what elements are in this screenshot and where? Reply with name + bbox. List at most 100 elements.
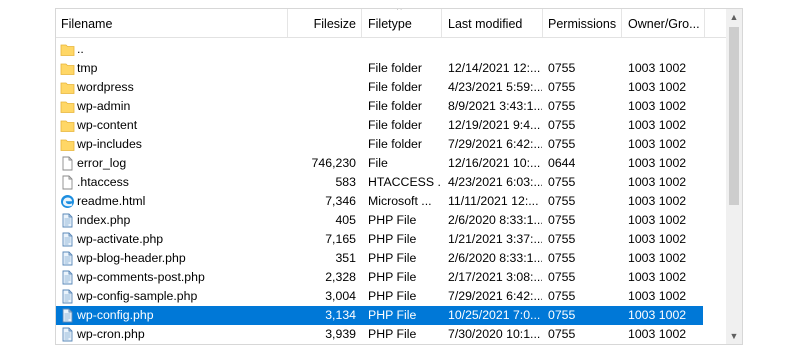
file-permissions: 0755	[548, 308, 576, 322]
scroll-down-icon[interactable]: ▼	[726, 328, 742, 344]
file-size: 746,230	[311, 156, 356, 170]
file-row[interactable]: .htaccess 583 HTACCESS ... 4/23/2021 6:03:.…	[56, 173, 703, 192]
scrollbar-thumb[interactable]	[729, 27, 739, 205]
php-file-icon	[60, 232, 75, 247]
column-divider[interactable]	[441, 9, 442, 37]
scroll-up-icon[interactable]: ▲	[726, 9, 742, 25]
file-owner-group: 1003 1002	[628, 213, 687, 227]
file-owner-group: 1003 1002	[628, 156, 687, 170]
folder-icon	[60, 80, 75, 95]
file-type: HTACCESS ...	[368, 175, 442, 189]
file-name: wp-comments-post.php	[77, 270, 205, 284]
file-size: 3,939	[325, 327, 356, 341]
file-type: File folder	[368, 61, 422, 75]
column-divider[interactable]	[704, 9, 705, 37]
file-type: File	[368, 156, 388, 170]
file-row[interactable]: wp-config-sample.php 3,004 PHP File 7/29/20…	[56, 287, 703, 306]
file-last-modified: 1/21/2021 3:37:...	[448, 232, 542, 246]
edge-icon	[60, 194, 75, 209]
file-last-modified: 7/30/2020 10:1...	[448, 327, 541, 341]
php-file-icon	[60, 251, 75, 266]
file-last-modified: 12/19/2021 9:4...	[448, 118, 541, 132]
file-permissions: 0755	[548, 137, 576, 151]
file-last-modified: 12/16/2021 10:...	[448, 156, 541, 170]
file-row[interactable]: wp-admin File folder 8/9/2021 3:43:1... 075…	[56, 97, 703, 116]
file-name: wp-activate.php	[77, 232, 164, 246]
file-row[interactable]: wp-includes File folder 7/29/2021 6:42:...…	[56, 135, 703, 154]
file-type: PHP File	[368, 213, 417, 227]
file-permissions	[548, 40, 618, 59]
file-owner-group: 1003 1002	[628, 327, 687, 341]
file-permissions: 0755	[548, 61, 576, 75]
file-name: wp-config.php	[77, 308, 154, 322]
file-row[interactable]: wp-blog-header.php 351 PHP File 2/6/2020 8:…	[56, 249, 703, 268]
file-last-modified: 10/25/2021 7:0...	[448, 308, 541, 322]
file-row[interactable]: tmp File folder 12/14/2021 12:... 0755 1003 …	[56, 59, 703, 78]
file-name: .htaccess	[77, 175, 129, 189]
file-type: PHP File	[368, 270, 417, 284]
file-row-selected[interactable]: wp-config.php 3,134 PHP File 10/25/2021 7:0…	[56, 306, 703, 325]
file-row[interactable]: index.php 405 PHP File 2/6/2020 8:33:1... 07…	[56, 211, 703, 230]
file-type: File folder	[368, 99, 422, 113]
file-permissions: 0644	[548, 156, 576, 170]
column-owner-group[interactable]: Owner/Gro...	[628, 9, 704, 37]
file-row[interactable]: wp-activate.php 7,165 PHP File 1/21/2021 3:…	[56, 230, 703, 249]
file-type: PHP File	[368, 232, 417, 246]
column-filename[interactable]: Filename	[61, 9, 281, 37]
file-name: tmp	[77, 61, 98, 75]
file-last-modified: 7/29/2021 6:42:...	[448, 289, 542, 303]
file-permissions: 0755	[548, 232, 576, 246]
file-permissions: 0755	[548, 175, 576, 189]
file-type: File folder	[368, 137, 422, 151]
file-row[interactable]: wp-cron.php 3,939 PHP File 7/30/2020 10:1..…	[56, 325, 703, 344]
file-owner-group: 1003 1002	[628, 251, 687, 265]
folder-icon	[60, 137, 75, 152]
folder-icon	[60, 99, 75, 114]
file-permissions: 0755	[548, 99, 576, 113]
file-last-modified: 4/23/2021 5:59:...	[448, 80, 542, 94]
file-owner-group: 1003 1002	[628, 80, 687, 94]
file-size	[284, 59, 356, 78]
vertical-scrollbar[interactable]: ▲ ▼	[726, 9, 742, 344]
file-size: 2,328	[325, 270, 356, 284]
column-filesize[interactable]: Filesize	[288, 9, 356, 37]
file-row[interactable]: error_log 746,230 File 12/16/2021 10:... 064…	[56, 154, 703, 173]
column-filetype[interactable]: Filetype	[368, 9, 440, 37]
file-rows: .. tmp File folder 12/14/2021 12:... 0755 100…	[56, 37, 726, 344]
php-file-icon	[60, 213, 75, 228]
file-row[interactable]: ..	[56, 40, 703, 59]
file-row[interactable]: readme.html 7,346 Microsoft ... 11/11/2021 …	[56, 192, 703, 211]
file-type: Microsoft ...	[368, 194, 432, 208]
file-owner-group: 1003 1002	[628, 289, 687, 303]
file-size	[284, 135, 356, 154]
file-permissions: 0755	[548, 80, 576, 94]
file-size	[284, 40, 356, 59]
file-name: wp-content	[77, 118, 138, 132]
file-size: 405	[335, 213, 356, 227]
file-icon	[60, 156, 75, 171]
file-owner-group: 1003 1002	[628, 308, 687, 322]
file-type: PHP File	[368, 308, 417, 322]
column-last-modified[interactable]: Last modified	[448, 9, 542, 37]
column-divider[interactable]	[621, 9, 622, 37]
file-last-modified: 2/17/2021 3:08:...	[448, 270, 542, 284]
file-owner-group	[628, 40, 703, 59]
column-permissions[interactable]: Permissions	[548, 9, 620, 37]
file-type: PHP File	[368, 327, 417, 341]
file-row[interactable]: wordpress File folder 4/23/2021 5:59:... 07…	[56, 78, 703, 97]
file-row[interactable]: wp-comments-post.php 2,328 PHP File 2/17/20…	[56, 268, 703, 287]
file-name: wp-includes	[77, 137, 142, 151]
file-permissions: 0755	[548, 327, 576, 341]
file-last-modified: 8/9/2021 3:43:1...	[448, 99, 542, 113]
column-divider[interactable]	[361, 9, 362, 37]
php-file-icon	[60, 308, 75, 323]
file-size: 7,165	[325, 232, 356, 246]
file-type: File folder	[368, 80, 422, 94]
remote-file-list[interactable]: Filename ^ Filesize Filetype Last modifi…	[55, 8, 743, 345]
column-divider[interactable]	[542, 9, 543, 37]
file-last-modified: 12/14/2021 12:...	[448, 61, 541, 75]
file-row[interactable]: wp-content File folder 12/19/2021 9:4... 07…	[56, 116, 703, 135]
file-size	[284, 78, 356, 97]
file-size: 583	[335, 175, 356, 189]
file-name: error_log	[77, 156, 127, 170]
